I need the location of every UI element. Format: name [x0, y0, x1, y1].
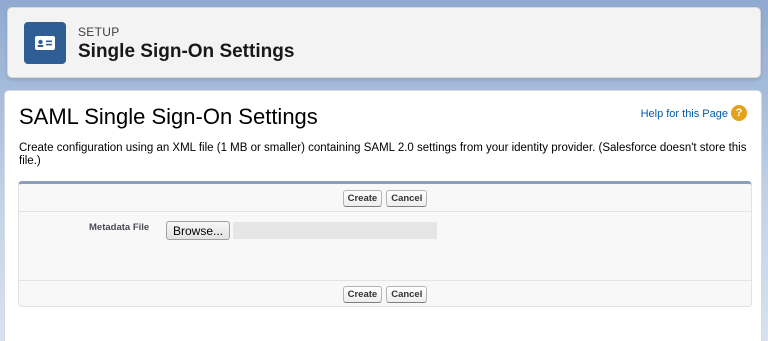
setup-title: Single Sign-On Settings: [78, 41, 295, 62]
create-button-bottom[interactable]: Create: [342, 285, 383, 303]
metadata-file-label: Metadata File: [89, 222, 150, 233]
main-panel: SAML Single Sign-On Settings Help for th…: [4, 90, 762, 341]
page-title: SAML Single Sign-On Settings: [19, 104, 318, 129]
setup-header: SETUP Single Sign-On Settings: [7, 7, 761, 78]
cancel-button-bottom[interactable]: Cancel: [386, 285, 428, 303]
id-card-icon-svg: [35, 36, 55, 50]
help-link[interactable]: Help for this Page: [641, 108, 728, 120]
page-description: Create configuration using an XML file (…: [19, 142, 747, 167]
help-icon[interactable]: ?: [731, 105, 747, 121]
metadata-file-row: Metadata File Browse...: [19, 217, 751, 241]
bottom-button-row: Create Cancel: [19, 280, 751, 307]
setup-eyebrow: SETUP: [78, 25, 120, 39]
file-path-display: [233, 222, 437, 239]
create-button-top[interactable]: Create: [342, 190, 383, 207]
browse-button[interactable]: Browse...: [166, 221, 231, 240]
id-card-icon: [24, 22, 66, 64]
top-button-row: Create Cancel: [19, 186, 751, 212]
cancel-button-top[interactable]: Cancel: [386, 190, 428, 207]
edit-block: Create Cancel Metadata File Browse... Cr…: [18, 181, 752, 307]
